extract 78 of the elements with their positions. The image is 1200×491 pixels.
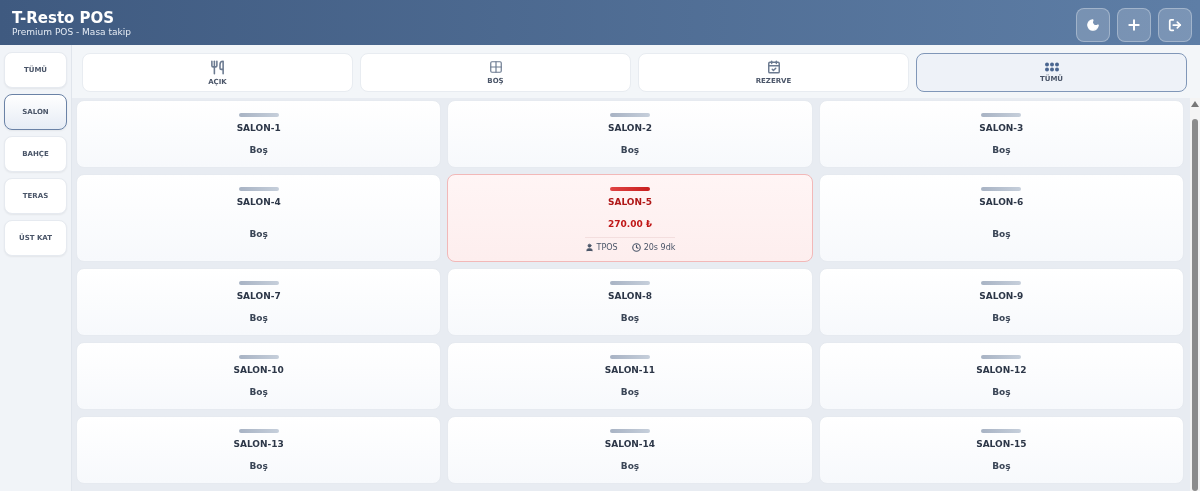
elapsed-time: 20s 9dk bbox=[643, 243, 676, 252]
grid-icon bbox=[488, 60, 503, 74]
table-status: Boş bbox=[620, 312, 640, 323]
table-card[interactable]: SALON-8 Boş bbox=[447, 268, 813, 336]
scroll-up-icon[interactable] bbox=[1191, 101, 1199, 107]
table-card[interactable]: SALON-11 Boş bbox=[447, 342, 813, 410]
table-name: SALON-13 bbox=[233, 439, 284, 449]
status-bar bbox=[238, 429, 279, 433]
status-bar bbox=[238, 187, 279, 191]
status-bar bbox=[981, 113, 1022, 117]
table-name: SALON-7 bbox=[236, 291, 281, 301]
table-name: SALON-4 bbox=[236, 197, 281, 207]
table-card[interactable]: SALON-2 Boş bbox=[447, 100, 813, 168]
status-bar bbox=[238, 113, 279, 117]
table-status: Boş bbox=[992, 228, 1011, 239]
table-card[interactable]: SALON-15 Boş bbox=[818, 416, 1184, 484]
status-bar bbox=[610, 113, 650, 117]
status-bar bbox=[610, 429, 650, 433]
status-bar bbox=[981, 281, 1022, 285]
utensils-icon bbox=[210, 59, 225, 75]
table-status: Boş bbox=[992, 386, 1011, 397]
table-card[interactable]: SALON-10 Boş bbox=[76, 342, 442, 410]
table-card[interactable]: SALON-1 Boş bbox=[76, 100, 442, 168]
table-name: SALON-14 bbox=[604, 439, 656, 449]
calendar-check-icon bbox=[766, 60, 781, 74]
status-bar bbox=[238, 355, 279, 359]
table-status: Boş bbox=[620, 144, 640, 155]
moon-icon bbox=[1086, 17, 1100, 32]
table-name: SALON-3 bbox=[979, 123, 1024, 133]
table-name: SALON-10 bbox=[233, 365, 284, 375]
table-status: Boş bbox=[249, 228, 268, 239]
table-card[interactable]: SALON-4 Boş bbox=[76, 174, 442, 262]
table-status: Boş bbox=[992, 144, 1011, 155]
table-name: SALON-5 bbox=[607, 197, 652, 207]
table-name: SALON-9 bbox=[979, 291, 1024, 301]
table-name: SALON-15 bbox=[976, 439, 1027, 449]
table-status: Boş bbox=[992, 312, 1011, 323]
table-card[interactable]: SALON-6 Boş bbox=[818, 174, 1184, 262]
status-bar bbox=[981, 429, 1022, 433]
user-icon bbox=[584, 243, 594, 252]
table-name: SALON-1 bbox=[236, 123, 281, 133]
table-card[interactable]: SALON-12 Boş bbox=[818, 342, 1184, 410]
add-button[interactable] bbox=[1117, 7, 1151, 42]
status-bar bbox=[610, 281, 650, 285]
table-name: SALON-6 bbox=[979, 197, 1024, 207]
status-bar bbox=[981, 187, 1022, 191]
status-bar bbox=[610, 187, 650, 191]
app-subtitle: Premium POS - Masa takip bbox=[12, 26, 131, 37]
table-status: Boş bbox=[992, 460, 1011, 471]
table-status: Boş bbox=[249, 144, 268, 155]
scrollbar[interactable] bbox=[1190, 98, 1200, 491]
waiter-name: TPOS bbox=[596, 243, 618, 252]
logout-icon bbox=[1168, 17, 1182, 32]
table-card[interactable]: SALON-7 Boş bbox=[76, 268, 442, 336]
clock-icon bbox=[631, 243, 641, 252]
table-card[interactable]: SALON-5 270.00 ₺ TPOS 20s 9dk bbox=[447, 174, 813, 262]
table-card[interactable]: SALON-13 Boş bbox=[76, 416, 442, 484]
logout-button[interactable] bbox=[1158, 7, 1192, 42]
status-bar bbox=[610, 355, 650, 359]
table-status: Boş bbox=[249, 386, 268, 397]
table-card[interactable]: SALON-9 Boş bbox=[818, 268, 1184, 336]
table-card[interactable]: SALON-14 Boş bbox=[447, 416, 813, 484]
theme-toggle-button[interactable] bbox=[1076, 7, 1110, 42]
table-amount: 270.00 ₺ bbox=[607, 219, 653, 229]
plus-icon bbox=[1126, 16, 1142, 33]
table-status: Boş bbox=[249, 460, 268, 471]
app-title: T-Resto POS bbox=[12, 8, 116, 27]
table-status: Boş bbox=[620, 386, 640, 397]
table-name: SALON-8 bbox=[607, 291, 652, 301]
status-bar bbox=[238, 281, 279, 285]
table-name: SALON-11 bbox=[604, 365, 656, 375]
grid-dots-icon bbox=[1044, 62, 1059, 72]
status-bar bbox=[981, 355, 1022, 359]
table-status: Boş bbox=[249, 312, 268, 323]
table-name: SALON-12 bbox=[976, 365, 1027, 375]
table-status: Boş bbox=[620, 460, 640, 471]
table-card[interactable]: SALON-3 Boş bbox=[818, 100, 1184, 168]
table-name: SALON-2 bbox=[607, 123, 652, 133]
